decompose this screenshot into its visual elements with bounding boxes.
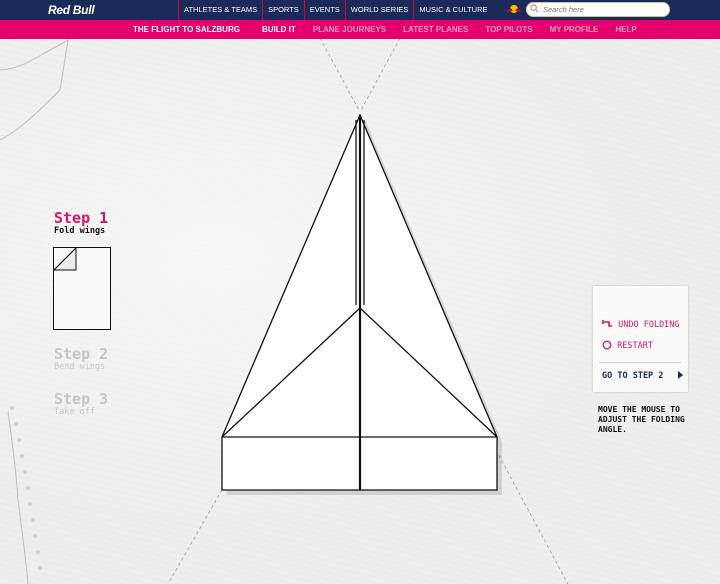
undo-arrow-icon: [602, 320, 612, 327]
step-3-subtitle: Take off: [54, 407, 95, 417]
top-nav-events[interactable]: EVENTS: [303, 0, 345, 20]
step-1-title: Step 1: [54, 209, 109, 227]
restart-circle-icon: [602, 340, 612, 350]
folded-corner-icon: [52, 246, 77, 271]
arrow-right-icon: [677, 371, 683, 379]
bull-emblem-icon: [506, 5, 522, 13]
top-navigation: Red Bull ATHLETES & TEAMS SPORTS EVENTS …: [0, 0, 720, 21]
step-1-thumbnail: [52, 246, 111, 330]
search-icon[interactable]: [530, 4, 539, 13]
subnav-list: BUILD IT PLANE JOURNEYS LATEST PLANES TO…: [262, 20, 654, 39]
undo-folding-label: UNDO FOLDING: [618, 320, 680, 330]
go-to-step-2-label: GO TO STEP 2: [602, 371, 664, 381]
instructions-text: MOVE THE MOUSE TO ADJUST THE FOLDING ANG…: [598, 405, 685, 434]
restart-label: RESTART: [617, 341, 653, 351]
step-2: Step 2 Bend wings: [54, 346, 108, 373]
spiral-holes: [10, 406, 42, 570]
subnav-help[interactable]: HELP: [615, 20, 636, 39]
step-1-subtitle: Fold wings: [54, 226, 106, 236]
step-3: Step 3 Take off: [54, 391, 108, 418]
top-nav-athletes-teams[interactable]: ATHLETES & TEAMS: [178, 0, 262, 20]
sub-navigation: THE FLIGHT TO SALZBURG BUILD IT PLANE JO…: [0, 20, 720, 39]
paper-plane[interactable]: [221, 113, 498, 491]
search-box: [526, 2, 670, 17]
subnav-build-it[interactable]: BUILD IT: [262, 20, 296, 39]
step-2-subtitle: Bend wings: [54, 362, 106, 372]
step-3-title: Step 3: [54, 390, 109, 408]
subnav-title[interactable]: THE FLIGHT TO SALZBURG: [133, 20, 240, 39]
step-2-title: Step 2: [54, 345, 109, 363]
top-nav-music-culture[interactable]: MUSIC & CULTURE: [413, 0, 492, 20]
subnav-plane-journeys[interactable]: PLANE JOURNEYS: [313, 20, 386, 39]
step-1: Step 1 Fold wings: [54, 210, 108, 237]
restart-button[interactable]: RESTART: [602, 340, 653, 351]
panel-divider: [599, 362, 681, 363]
top-nav-sports[interactable]: SPORTS: [262, 0, 304, 20]
subnav-top-pilots[interactable]: TOP PILOTS: [485, 20, 532, 39]
subnav-my-profile[interactable]: MY PROFILE: [550, 20, 599, 39]
search-input[interactable]: [543, 3, 661, 16]
top-nav-list: ATHLETES & TEAMS SPORTS EVENTS WORLD SER…: [178, 0, 493, 20]
red-bull-logo[interactable]: Red Bull: [48, 3, 95, 17]
control-panel: UNDO FOLDING RESTART GO TO STEP 2: [593, 286, 688, 392]
top-nav-world-series[interactable]: WORLD SERIES: [344, 0, 414, 20]
subnav-latest-planes[interactable]: LATEST PLANES: [403, 20, 468, 39]
undo-folding-button[interactable]: UNDO FOLDING: [602, 320, 680, 330]
go-to-step-2-button[interactable]: GO TO STEP 2: [602, 371, 685, 381]
